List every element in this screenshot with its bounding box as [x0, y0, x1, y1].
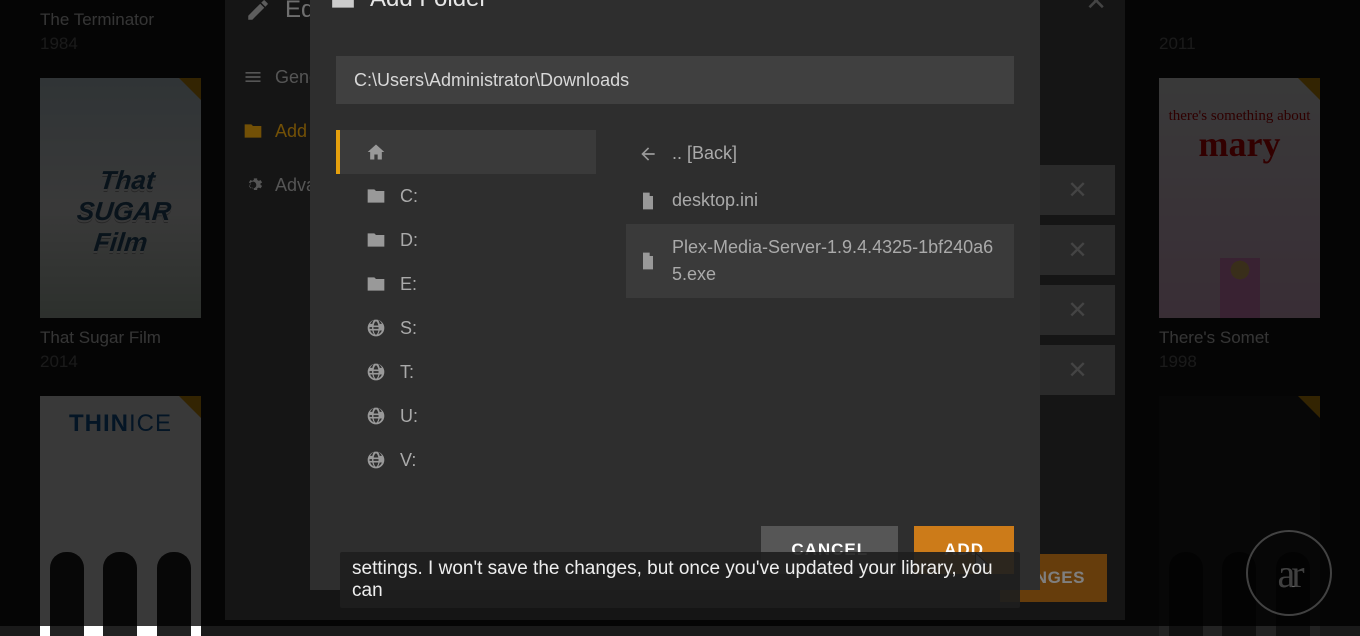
file-label: .. [Back]: [672, 140, 737, 167]
globe-icon: [366, 318, 386, 338]
watermark-logo: ar: [1246, 530, 1332, 616]
file-item-plex-exe[interactable]: Plex-Media-Server-1.9.4.4325-1bf240a65.e…: [626, 224, 1014, 298]
drive-label: D:: [400, 230, 418, 251]
drive-item-s[interactable]: S:: [336, 306, 596, 350]
file-icon: [638, 251, 658, 271]
add-folder-title: Add Folder: [370, 0, 487, 13]
file-list: .. [Back] desktop.ini Plex-Media-Server-…: [626, 130, 1014, 510]
drive-item-e[interactable]: E:: [336, 262, 596, 306]
drive-label: T:: [400, 362, 414, 383]
folder-icon: [366, 186, 386, 206]
file-label: desktop.ini: [672, 187, 758, 214]
drive-item-home[interactable]: [336, 130, 596, 174]
close-icon[interactable]: ✕: [997, 0, 1020, 7]
file-item-desktop-ini[interactable]: desktop.ini: [626, 177, 1014, 224]
drive-label: U:: [400, 406, 418, 427]
globe-icon: [366, 450, 386, 470]
arrow-left-icon: [638, 144, 658, 164]
globe-icon: [366, 362, 386, 382]
drive-list: C: D: E: S: T: U:: [336, 130, 596, 510]
drive-item-v[interactable]: V:: [336, 438, 596, 482]
drive-label: S:: [400, 318, 417, 339]
video-subtitle: settings. I won't save the changes, but …: [340, 552, 1020, 608]
folder-icon: [366, 274, 386, 294]
drive-item-t[interactable]: T:: [336, 350, 596, 394]
folder-path-input[interactable]: [336, 56, 1014, 104]
drive-item-c[interactable]: C:: [336, 174, 596, 218]
drive-label: V:: [400, 450, 416, 471]
globe-icon: [366, 406, 386, 426]
drive-label: C:: [400, 186, 418, 207]
file-label: Plex-Media-Server-1.9.4.4325-1bf240a65.e…: [672, 234, 1002, 288]
drive-item-d[interactable]: D:: [336, 218, 596, 262]
file-item-back[interactable]: .. [Back]: [626, 130, 1014, 177]
home-icon: [366, 142, 386, 162]
folder-icon: [330, 0, 356, 12]
drive-label: E:: [400, 274, 417, 295]
add-folder-modal: Add Folder ✕ C: D: E: S:: [310, 0, 1040, 590]
drive-item-u[interactable]: U:: [336, 394, 596, 438]
folder-icon: [366, 230, 386, 250]
file-icon: [638, 191, 658, 211]
